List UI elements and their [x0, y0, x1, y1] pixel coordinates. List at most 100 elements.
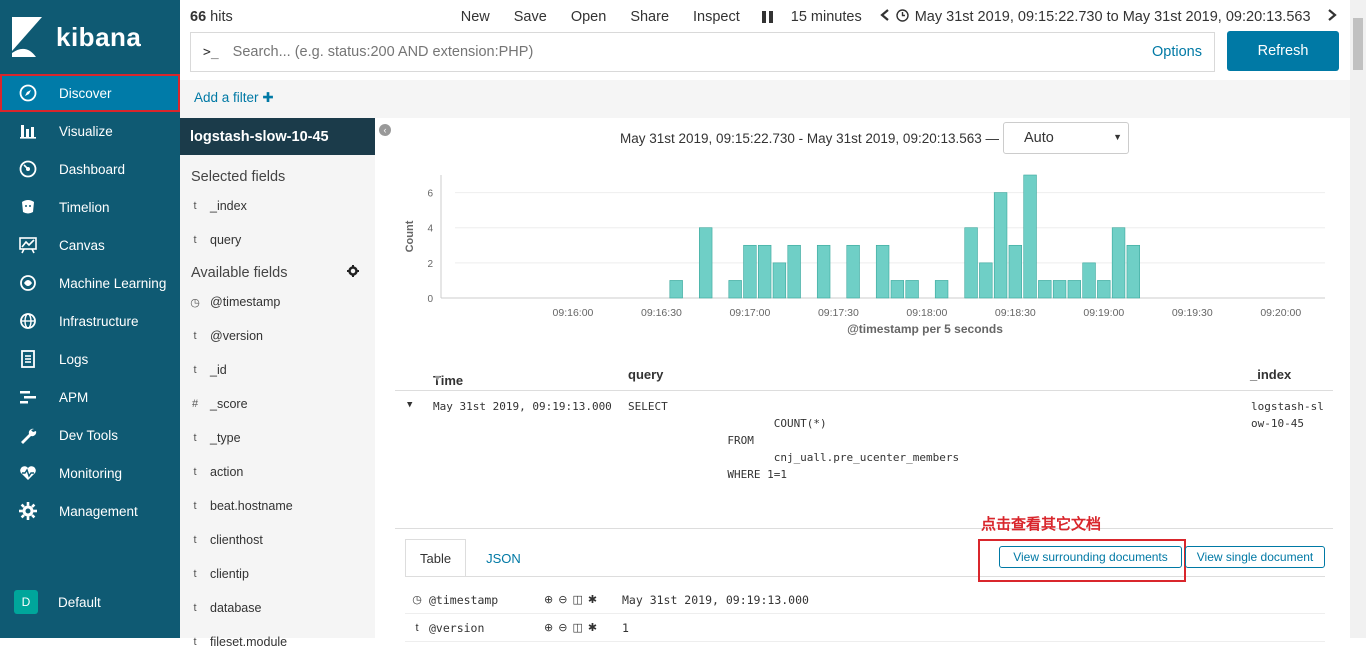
nav-item-dashboard[interactable]: Dashboard [0, 150, 180, 188]
hits-label: hits [210, 9, 233, 25]
field-item[interactable]: t action [180, 455, 375, 489]
dashboard-icon [18, 159, 38, 179]
refresh-interval[interactable]: 15 minutes [791, 9, 862, 25]
histogram-bar[interactable] [816, 244, 831, 299]
histogram-bar[interactable] [1126, 244, 1140, 299]
histogram-bar[interactable] [1038, 280, 1052, 299]
column-query[interactable]: query [628, 367, 663, 382]
histogram-bar[interactable] [728, 280, 742, 299]
options-link[interactable]: Options [1152, 44, 1202, 60]
histogram-chart[interactable]: 0 2 4 6 09:16:00 09:16:30 09:17:00 09:17:30 09:1… [395, 163, 1335, 343]
nav-item-visualize[interactable]: Visualize [0, 112, 180, 150]
field-sidebar: logstash-slow-10-45 Selected fields t _in… [180, 118, 375, 649]
zoom-in-icon[interactable]: ⊕ [544, 593, 553, 606]
field-item[interactable]: t clientip [180, 557, 375, 591]
field-name: clienthost [210, 533, 263, 547]
menu-share[interactable]: Share [630, 9, 669, 25]
histogram-bar[interactable] [772, 262, 787, 299]
menu-new[interactable]: New [461, 9, 490, 25]
histogram-bar[interactable] [757, 244, 772, 299]
histogram-bar[interactable] [1067, 280, 1081, 299]
nav-item-canvas[interactable]: Canvas [0, 226, 180, 264]
histogram-bar[interactable] [1082, 262, 1096, 299]
top-menu-bar: 66 hits New Save Open Share Inspect 15 m… [180, 0, 1366, 34]
menu-open[interactable]: Open [571, 9, 606, 25]
histogram-bar[interactable] [787, 244, 801, 299]
view-single-button[interactable]: View single document [1185, 546, 1325, 568]
ml-icon [18, 273, 38, 293]
x-tick-label: 09:17:00 [729, 307, 770, 319]
heartbeat-icon [18, 463, 38, 483]
histogram-bar[interactable] [1097, 280, 1111, 299]
field-item[interactable]: t _type [180, 421, 375, 455]
exists-filter-icon[interactable]: ✱ [588, 593, 597, 606]
time-next-icon[interactable] [1327, 9, 1337, 25]
zoom-out-icon[interactable]: ⊖ [558, 593, 567, 606]
field-item[interactable]: t fileset.module [180, 625, 375, 659]
field-item[interactable]: t beat.hostname [180, 489, 375, 523]
nav-item-logs[interactable]: Logs [0, 340, 180, 378]
histogram-bar[interactable] [934, 280, 949, 299]
histogram-bar[interactable] [964, 227, 978, 299]
histogram-bar[interactable] [1111, 227, 1126, 299]
histogram-bar[interactable] [905, 280, 919, 299]
nav-item-management[interactable]: Management [0, 492, 180, 530]
time-prev-icon[interactable] [879, 9, 890, 25]
nav-item-infrastructure[interactable]: Infrastructure [0, 302, 180, 340]
time-picker[interactable]: May 31st 2019, 09:15:22.730 to May 31st … [896, 8, 1311, 26]
menu-save[interactable]: Save [514, 9, 547, 25]
tab-json[interactable]: JSON [472, 539, 535, 577]
nav-item-discover[interactable]: Discover [0, 74, 180, 112]
field-item[interactable]: ◷ @timestamp [180, 285, 375, 319]
nav-item-dev-tools[interactable]: Dev Tools [0, 416, 180, 454]
histogram-bar[interactable] [669, 280, 683, 299]
search-input[interactable] [232, 44, 1113, 60]
menu-inspect[interactable]: Inspect [693, 9, 740, 25]
interval-select[interactable]: Auto ▼ [1003, 122, 1130, 154]
field-item[interactable]: t _index [180, 189, 375, 223]
histogram-bar[interactable] [890, 280, 905, 299]
histogram-bar[interactable] [743, 244, 757, 299]
scrollbar-thumb[interactable] [1353, 18, 1363, 70]
histogram-bar[interactable] [875, 244, 890, 299]
nav-item-apm[interactable]: APM [0, 378, 180, 416]
refresh-button[interactable]: Refresh [1227, 31, 1339, 71]
column-index[interactable]: _index [1250, 367, 1291, 382]
field-item[interactable]: t query [180, 223, 375, 257]
view-surrounding-button[interactable]: View surrounding documents [999, 546, 1182, 568]
filter-bar: Add a filter ✚ [180, 80, 1366, 118]
pause-icon[interactable] [761, 11, 773, 23]
expand-row-icon[interactable]: ▼ [407, 397, 412, 414]
tab-table[interactable]: Table [405, 539, 467, 577]
histogram-bar[interactable] [1023, 174, 1037, 299]
field-item[interactable]: t @version [180, 319, 375, 353]
field-item[interactable]: t database [180, 591, 375, 625]
field-item[interactable]: # _score [180, 387, 375, 421]
gear-icon[interactable] [347, 265, 359, 281]
zoom-in-icon[interactable]: ⊕ [544, 621, 553, 634]
zoom-out-icon[interactable]: ⊖ [558, 621, 567, 634]
collapse-sidebar-icon[interactable]: ‹ [379, 124, 391, 136]
space-selector[interactable]: D Default [0, 583, 180, 621]
nav-item-label: Canvas [59, 237, 105, 253]
field-item[interactable]: t clienthost [180, 523, 375, 557]
histogram-bar[interactable] [993, 192, 1008, 299]
nav-item-monitoring[interactable]: Monitoring [0, 454, 180, 492]
page-scrollbar[interactable] [1350, 0, 1366, 638]
add-filter-link[interactable]: Add a filter ✚ [194, 90, 274, 106]
toggle-column-icon[interactable]: ◫ [572, 621, 582, 634]
exists-filter-icon[interactable]: ✱ [588, 621, 597, 634]
histogram-bar[interactable] [979, 262, 993, 299]
histogram-bar[interactable] [699, 227, 713, 299]
kibana-logo[interactable]: kibana [0, 0, 180, 74]
nav-item-timelion[interactable]: Timelion [0, 188, 180, 226]
index-pattern-title[interactable]: logstash-slow-10-45 [180, 118, 375, 155]
sort-icon[interactable]: ▼ [433, 373, 442, 383]
toggle-column-icon[interactable]: ◫ [572, 593, 582, 606]
histogram-bar[interactable] [1052, 280, 1067, 299]
nav-item-label: Management [59, 503, 138, 519]
histogram-bar[interactable] [1008, 244, 1023, 299]
field-item[interactable]: t _id [180, 353, 375, 387]
histogram-bar[interactable] [846, 244, 860, 299]
nav-item-machine-learning[interactable]: Machine Learning [0, 264, 180, 302]
